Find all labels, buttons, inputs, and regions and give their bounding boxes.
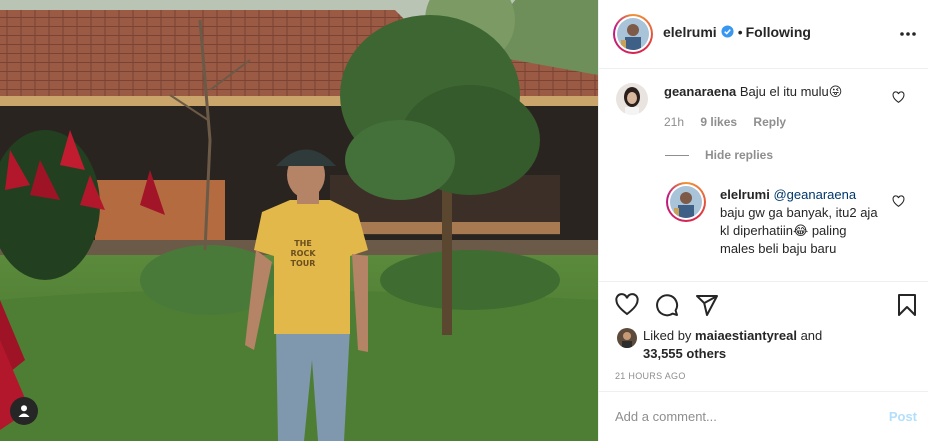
comment-reply-button[interactable]: Reply — [753, 115, 786, 129]
comment-likes[interactable]: 9 likes — [700, 115, 737, 129]
comment-like-heart-icon[interactable] — [892, 91, 905, 104]
likes-count[interactable]: 33,555 others — [643, 346, 726, 361]
reply-emoji: 😂 — [793, 223, 809, 238]
author-avatar[interactable] — [613, 14, 653, 54]
hide-replies-label: Hide replies — [705, 148, 774, 162]
reply-username[interactable]: elelrumi — [720, 187, 770, 202]
liker-avatar[interactable] — [617, 328, 637, 348]
commenter-avatar-image — [616, 83, 648, 115]
comment-username[interactable]: geanaraena — [664, 84, 736, 99]
bookmark-icon[interactable] — [895, 293, 919, 317]
likes-user[interactable]: maiaestiantyreal — [695, 328, 797, 343]
shirt-print-line-2: ROCK — [290, 249, 316, 258]
shirt-print-line-1: THE — [294, 239, 312, 248]
post-side-panel: elelrumi • Following geanaraena Baju el … — [598, 0, 928, 441]
post-comment-button[interactable]: Post — [889, 409, 917, 424]
comment-text: Baju el itu mulu — [739, 84, 829, 99]
reply-author-avatar[interactable] — [666, 182, 706, 222]
heart-icon[interactable] — [615, 293, 639, 317]
shirt-print-line-3: TOUR — [291, 259, 316, 268]
following-button[interactable]: Following — [746, 24, 811, 40]
likes-text: Liked by maiaestiantyreal and 33,555 oth… — [643, 327, 822, 363]
comment-time[interactable]: 21h — [664, 115, 684, 129]
more-options-icon[interactable] — [899, 25, 917, 43]
post-timestamp[interactable]: 21 HOURS AGO — [615, 371, 686, 381]
comment-emoji: 😜 — [828, 84, 843, 99]
liker-avatar-image — [617, 328, 637, 348]
header-separator: • — [737, 24, 743, 40]
add-comment-bar: Post — [599, 391, 928, 441]
post-actions: Liked by maiaestiantyreal and 33,555 oth… — [599, 281, 928, 391]
author-avatar-image — [617, 18, 649, 50]
paper-plane-icon[interactable] — [695, 293, 719, 317]
add-comment-input[interactable] — [615, 409, 865, 424]
commenter-avatar[interactable] — [616, 83, 648, 115]
reply-body: elelrumi @geanaraena baju gw ga banyak, … — [720, 186, 880, 258]
reply-mention[interactable]: @geanaraena — [773, 187, 856, 202]
likes-connector: and — [800, 328, 823, 343]
tagged-users-button[interactable] — [10, 397, 38, 425]
reply-author-avatar-image — [670, 186, 702, 218]
post-photo-scene: THE ROCK TOUR — [0, 0, 598, 441]
likes-summary: Liked by maiaestiantyreal and 33,555 oth… — [617, 327, 822, 363]
comment-bubble-icon[interactable] — [655, 293, 679, 317]
verified-badge-icon — [721, 25, 734, 38]
post-header: elelrumi • Following — [599, 0, 928, 69]
hide-replies-toggle[interactable]: Hide replies — [665, 148, 786, 162]
post-photo[interactable]: THE ROCK TOUR — [0, 0, 598, 441]
comment-body: geanaraena Baju el itu mulu😜 — [664, 83, 884, 101]
hide-replies-line — [665, 154, 689, 156]
reply-like-heart-icon[interactable] — [892, 195, 905, 208]
likes-prefix: Liked by — [643, 328, 692, 343]
user-tag-icon — [18, 405, 30, 417]
header-user-row: elelrumi • Following — [663, 24, 811, 42]
author-username[interactable]: elelrumi — [663, 24, 717, 40]
comments-list[interactable]: geanaraena Baju el itu mulu😜 21h 9 likes… — [599, 69, 928, 281]
comment-meta: 21h 9 likes Reply — [664, 115, 799, 129]
